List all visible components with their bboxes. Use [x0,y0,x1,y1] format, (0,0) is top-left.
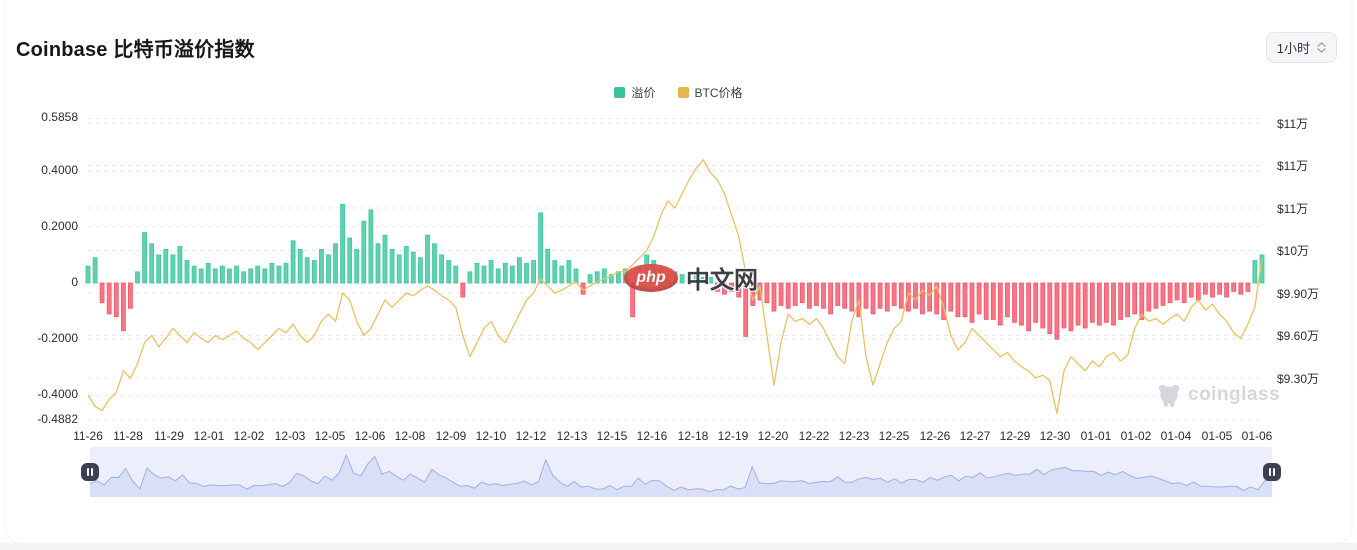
y-axis-left-tick: 0 [8,275,78,289]
y-axis-right-tick: $11万 [1277,200,1308,217]
y-axis-left-tick: -0.4882 [8,412,78,426]
y-axis-left-tick: 0.4000 [8,163,78,177]
y-axis-right-tick: $9.60万 [1277,327,1319,344]
y-axis-left-tick: -0.4000 [8,387,78,401]
navigator-right-handle[interactable] [1263,463,1281,481]
coinglass-watermark-text: coinglass [1188,384,1280,406]
y-axis-right-tick: $10万 [1277,242,1309,259]
php-watermark-text: 中文网 [686,260,758,295]
x-axis-tick: 01-06 [1233,429,1281,443]
coinglass-watermark: coinglass [1156,382,1280,408]
y-axis-right-tick: $11万 [1277,157,1308,174]
y-axis-right-tick: $11万 [1277,115,1308,132]
php-watermark: php 中文网 [624,260,758,295]
y-axis-right-tick: $9.30万 [1277,370,1319,387]
page-bottom-strip [0,543,1357,550]
navigator-left-handle[interactable] [81,463,99,481]
navigator[interactable] [90,447,1272,497]
y-axis-left-tick: 0.5858 [8,110,78,124]
y-axis-left-tick: 0.2000 [8,219,78,233]
php-logo-icon: php [624,264,678,292]
y-axis-right-tick: $9.90万 [1277,285,1319,302]
y-axis-left-tick: -0.2000 [8,331,78,345]
navigator-area-chart [90,447,1272,497]
coinglass-bear-icon [1156,382,1182,408]
